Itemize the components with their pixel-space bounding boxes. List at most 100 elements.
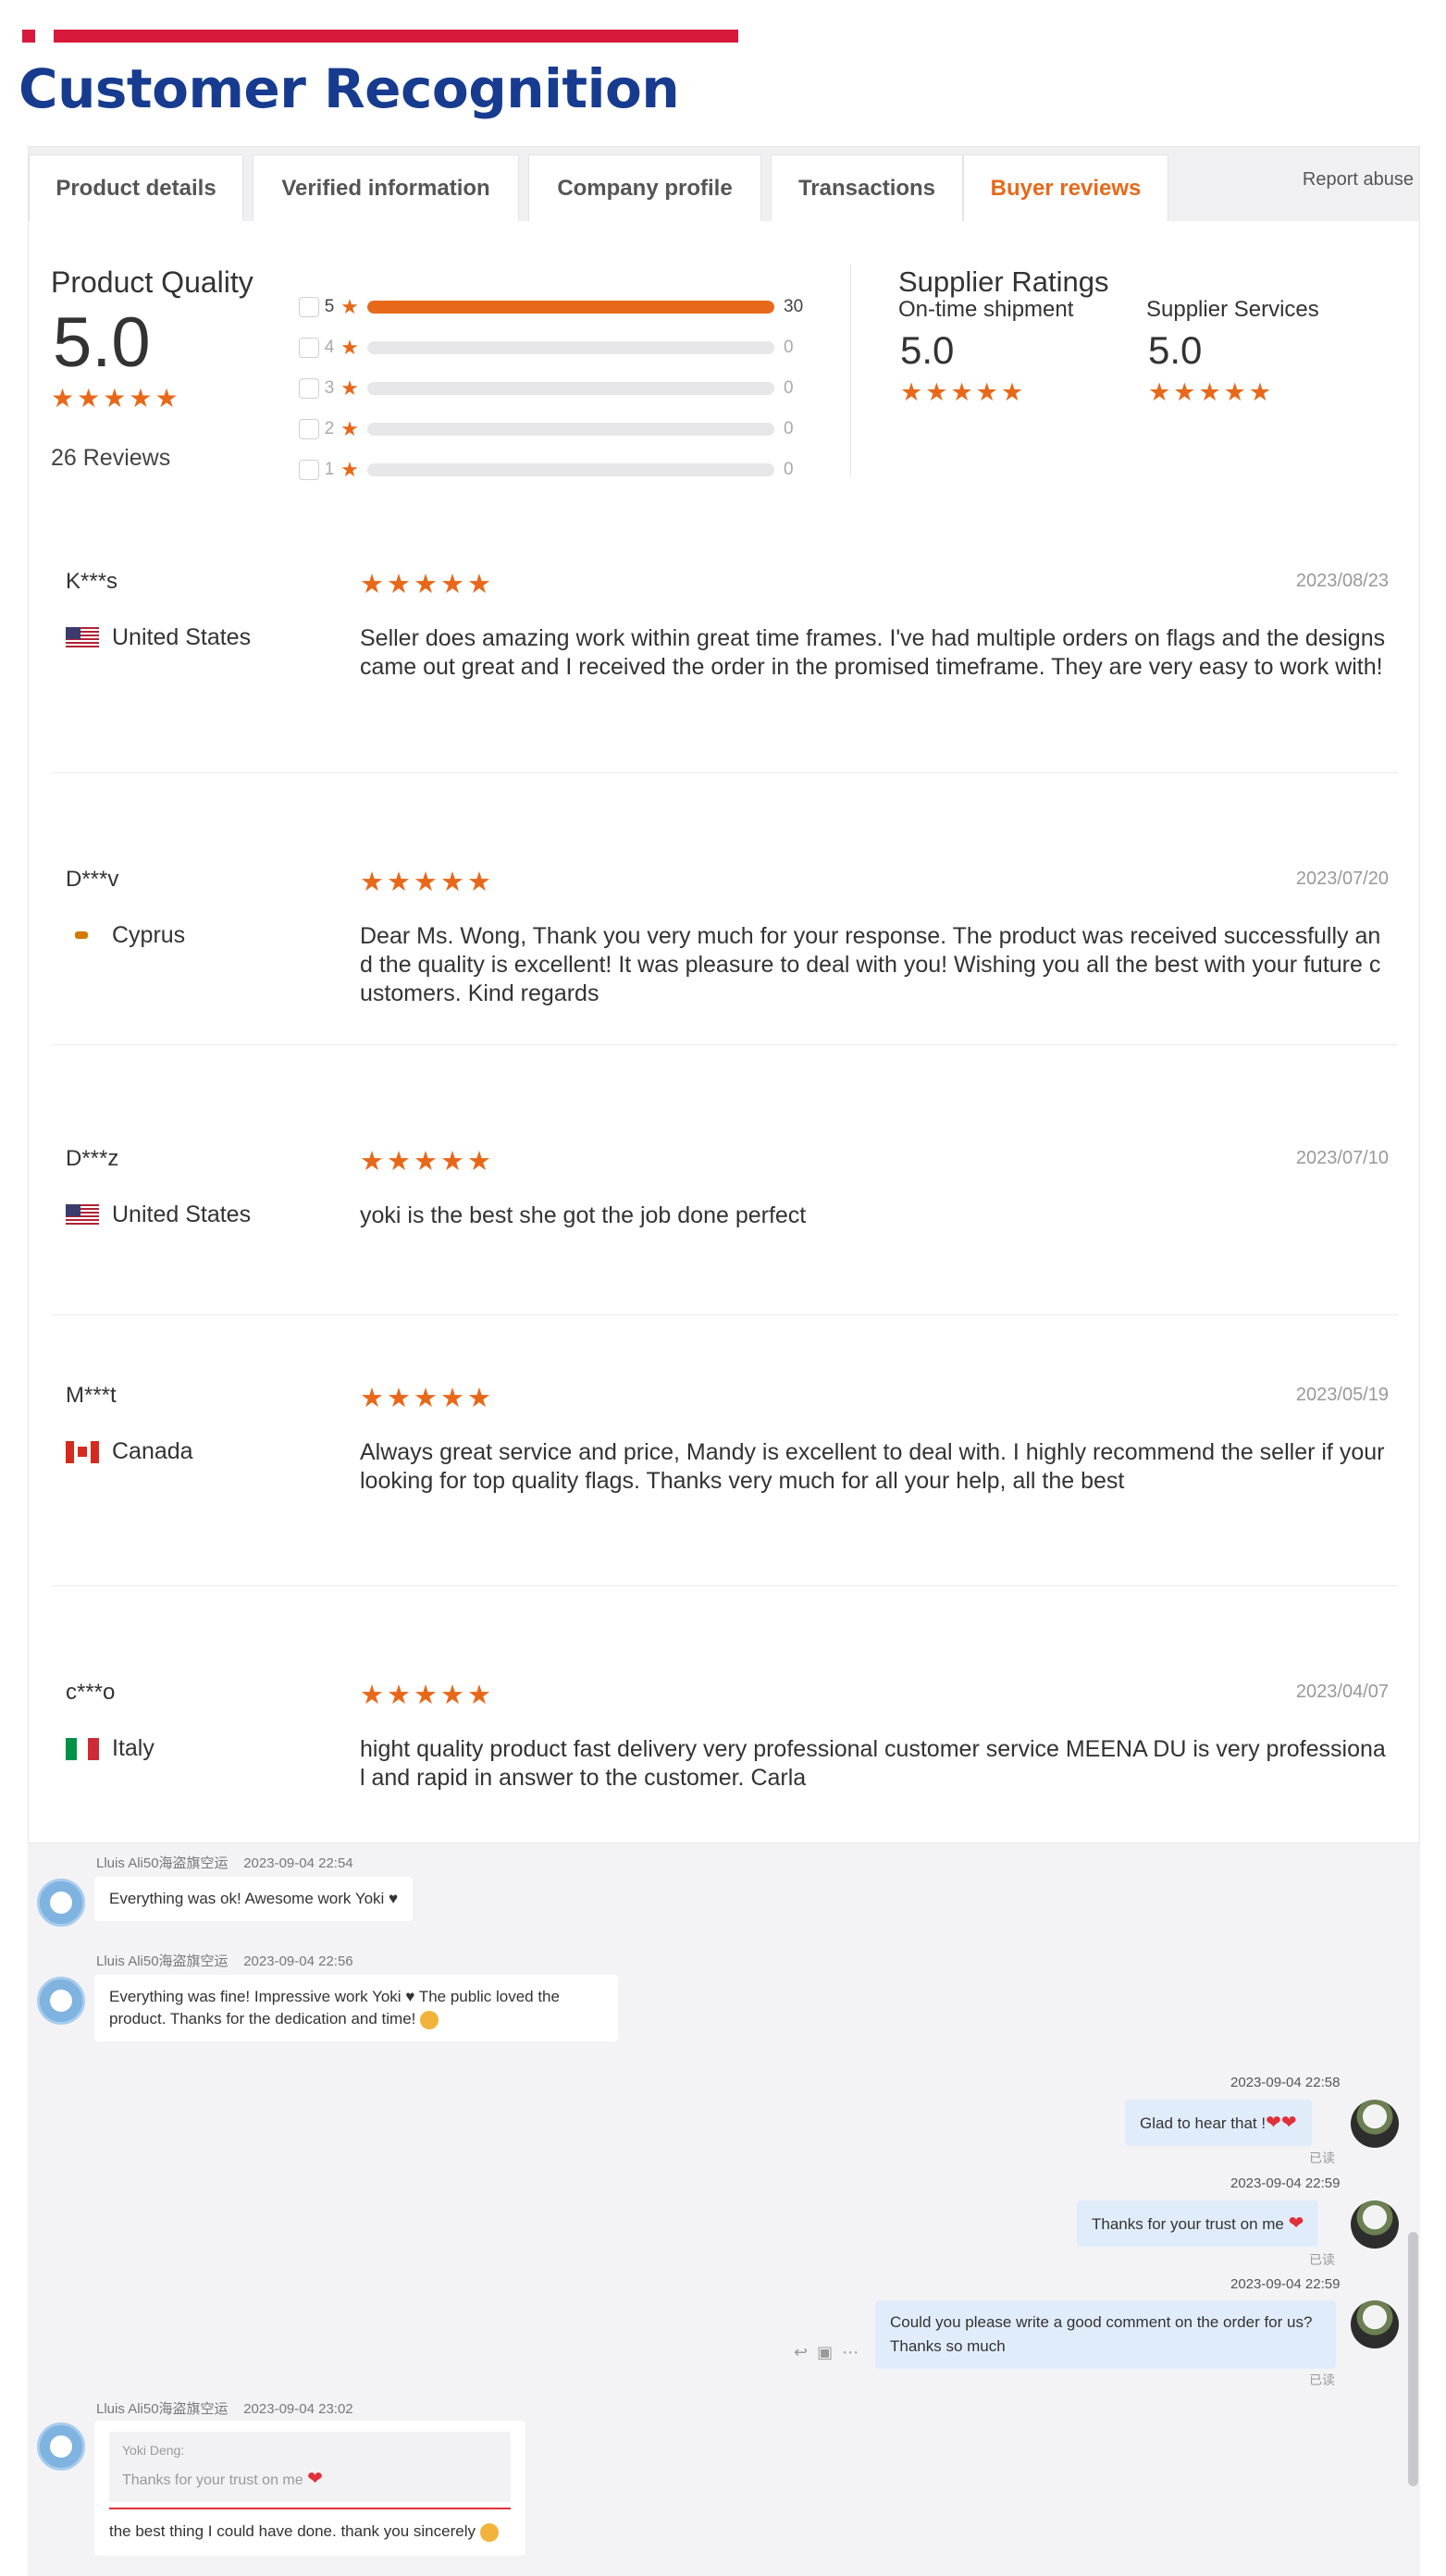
star-icon: ★ (414, 1382, 438, 1413)
review-text: yoki is the best she got the job done pe… (360, 1202, 807, 1228)
rating-row: 3 ★ 0 (299, 376, 794, 401)
rating-row: 1 ★ 0 (299, 458, 794, 482)
review-text: hight quality product fast delivery very… (360, 1736, 1386, 1791)
header-accent-bar (54, 30, 738, 43)
review-stars: ★ ★ ★ ★ ★ (360, 1385, 491, 1411)
quote-divider (109, 2508, 511, 2509)
rating-row: 4 ★ 0 (299, 336, 794, 360)
star-icon: ★ (414, 568, 438, 599)
message-bubble: Could you please write a good comment on… (875, 2300, 1336, 2369)
tab-buyer-reviews[interactable]: Buyer reviews (963, 154, 1168, 221)
star-icon: ★ (440, 1145, 464, 1177)
star-icon: ★ (1248, 378, 1272, 407)
message-text: Thanks for your trust on me (1092, 2215, 1284, 2233)
chat-scrollbar[interactable] (1408, 2232, 1418, 2486)
sender-name: Lluis Ali50海盗旗空运 (96, 1855, 229, 1871)
message-time: 2023-09-04 22:59 (1230, 2276, 1341, 2292)
heart-icon: ❤ (1288, 2212, 1304, 2234)
star-icon: ★ (900, 378, 923, 407)
message-line: product. Thanks for the dedication and t… (109, 2010, 416, 2028)
header-accent-square (22, 30, 35, 43)
star-icon: ★ (467, 1145, 491, 1177)
quote-icon[interactable]: ▣ (817, 2343, 833, 2362)
star-icon: ★ (387, 1145, 411, 1177)
star-icon: ★ (440, 1382, 464, 1413)
star-icon: ★ (1148, 378, 1171, 407)
rating-star-label: 3 (324, 378, 335, 398)
summary-divider (850, 264, 851, 476)
message-time: 2023-09-04 23:02 (243, 2401, 353, 2417)
rating-bar-fill (367, 301, 774, 314)
star-icon: ★ (340, 295, 359, 319)
message-bubble: Thanks for your trust on me ❤ (1077, 2200, 1319, 2247)
avatar (37, 1977, 85, 2025)
star-icon: ★ (467, 866, 491, 897)
message-line: Could you please write a good comment on… (890, 2313, 1313, 2331)
quote-text-wrap: Thanks for your trust on me ❤ (122, 2467, 323, 2492)
review-text: Always great service and price, Mandy is… (360, 1439, 1385, 1494)
tab-company-profile[interactable]: Company profile (528, 154, 761, 221)
tab-product-details[interactable]: Product details (29, 154, 243, 221)
rating-bar (367, 341, 774, 354)
rating-row: 5 ★ 30 (299, 295, 803, 319)
avatar (1351, 2300, 1399, 2348)
star-icon: ★ (387, 1382, 411, 1413)
country-name: Cyprus (112, 922, 186, 948)
star-icon: ★ (414, 866, 438, 897)
message-bubble: Everything was fine! Impressive work Yok… (94, 1975, 618, 2041)
star-icon: ★ (340, 376, 359, 401)
supplier-ratings-title: Supplier Ratings (898, 265, 1109, 298)
message-time: 2023-09-04 22:56 (243, 1954, 353, 1969)
more-icon[interactable]: ⋯ (842, 2343, 859, 2362)
rating-filter-checkbox[interactable] (299, 378, 319, 399)
review-stars: ★ ★ ★ ★ ★ (360, 571, 491, 598)
reviewer-name: D***z (66, 1146, 119, 1171)
read-status: 已读 (1309, 2252, 1335, 2267)
ontime-shipment-score: 5.0 (900, 328, 955, 372)
rating-star-label: 5 (324, 297, 335, 316)
review-separator (51, 1585, 1398, 1586)
message-line: Everything was fine! Impressive work Yok… (109, 1988, 560, 2005)
star-icon: ★ (975, 378, 998, 407)
product-quality-stars: ★ ★ ★ ★ ★ (51, 386, 179, 412)
star-icon: ★ (387, 1679, 411, 1710)
reviews-count: 26 Reviews (51, 445, 171, 471)
star-icon: ★ (440, 568, 464, 599)
rating-filter-checkbox[interactable] (299, 297, 319, 317)
tab-transactions[interactable]: Transactions (771, 154, 963, 221)
rating-filter-checkbox[interactable] (299, 338, 319, 358)
tab-verified-information[interactable]: Verified information (253, 154, 519, 221)
avatar (37, 1879, 85, 1927)
reviewer-country: United States (66, 1202, 251, 1228)
message-line-wrap: product. Thanks for the dedication and t… (109, 2008, 603, 2030)
reply-icon[interactable]: ↩ (794, 2343, 808, 2362)
reviewer-name: M***t (66, 1383, 117, 1408)
rating-filter-checkbox[interactable] (299, 460, 319, 480)
message-meta: Lluis Ali50海盗旗空运 2023-09-04 23:02 (96, 2398, 353, 2418)
star-icon: ★ (467, 1382, 491, 1413)
rating-count: 0 (784, 460, 794, 479)
reviewer-country: United States (66, 624, 251, 651)
rating-count: 0 (784, 378, 794, 398)
message-time: 2023-09-04 22:58 (1230, 2075, 1341, 2090)
report-abuse-link[interactable]: Report abuse (1303, 169, 1414, 191)
review-separator (51, 772, 1398, 773)
supplier-services-score: 5.0 (1148, 328, 1203, 372)
star-icon: ★ (440, 1679, 464, 1710)
star-icon: ★ (414, 1679, 438, 1710)
star-icon: ★ (340, 417, 359, 441)
star-icon: ★ (154, 383, 179, 413)
rating-filter-checkbox[interactable] (299, 419, 319, 439)
star-icon: ★ (1000, 378, 1024, 407)
quote-text: Thanks for your trust on me (122, 2472, 303, 2488)
star-icon: ★ (340, 458, 359, 482)
message-text: the best thing I could have done. thank … (109, 2522, 476, 2540)
reviews-card: Product details Verified information Com… (28, 146, 1420, 1843)
sender-name: Lluis Ali50海盗旗空运 (96, 1954, 229, 1969)
quoted-message: Yoki Deng: Thanks for your trust on me ❤ (109, 2432, 511, 2502)
rating-count: 30 (784, 297, 804, 316)
country-name: Italy (112, 1735, 154, 1761)
reviewer-name: D***v (66, 867, 119, 892)
star-icon: ★ (440, 866, 464, 897)
rating-bar (367, 382, 774, 395)
